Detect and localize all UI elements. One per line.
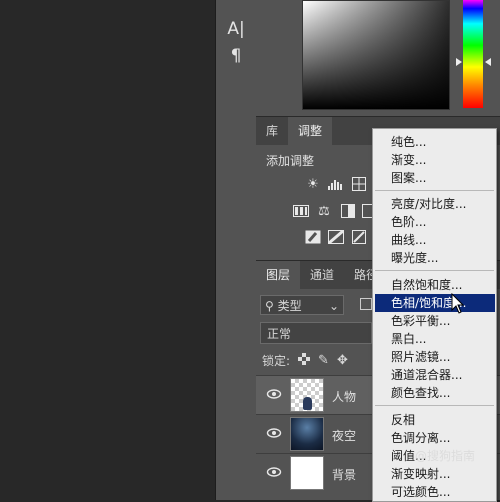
menu-item-selective-color[interactable]: 可选颜色... xyxy=(373,483,496,501)
hue-slider-right-arrow-icon[interactable] xyxy=(485,58,491,66)
invert-icon[interactable] xyxy=(305,230,321,244)
paragraph-tool-button[interactable]: ¶ xyxy=(224,45,248,67)
layer-thumbnail xyxy=(290,417,324,451)
layer-name[interactable]: 人物 xyxy=(332,388,356,405)
hue-saturation-icon[interactable] xyxy=(293,204,309,218)
menu-item-channel-mixer[interactable]: 通道混合器... xyxy=(373,366,496,384)
menu-item-levels[interactable]: 色阶... xyxy=(373,213,496,231)
menu-item-exposure[interactable]: 曝光度... xyxy=(373,249,496,267)
menu-item-hue-saturation[interactable]: 色相/饱和度... xyxy=(375,294,495,312)
layer-name[interactable]: 夜空 xyxy=(332,427,356,444)
menu-item-color-lookup[interactable]: 颜色查找... xyxy=(373,384,496,402)
tab-library[interactable]: 库 xyxy=(256,117,288,145)
type-tool-button[interactable]: A| xyxy=(224,18,248,40)
adjustment-layer-menu: 纯色... 渐变... 图案... 亮度/对比度... 色阶... 曲线... … xyxy=(372,128,497,502)
menu-item-gradient[interactable]: 渐变... xyxy=(373,151,496,169)
menu-item-black-white[interactable]: 黑白... xyxy=(373,330,496,348)
menu-item-posterize[interactable]: 色调分离... xyxy=(373,429,496,447)
menu-item-vibrance[interactable]: 自然饱和度... xyxy=(373,276,496,294)
brightness-icon[interactable]: ☀ xyxy=(305,177,321,192)
brush-lock-icon[interactable]: ✎ xyxy=(318,353,329,368)
tool-strip: A| ¶ xyxy=(216,0,257,500)
color-field[interactable] xyxy=(302,0,450,110)
posterize-icon[interactable] xyxy=(328,230,344,244)
image-filter-icon[interactable] xyxy=(360,298,372,310)
threshold-icon[interactable] xyxy=(351,230,367,244)
canvas-area[interactable] xyxy=(0,0,215,500)
lock-row: 锁定: ✎ ✥ xyxy=(262,352,348,369)
blend-mode-select[interactable]: 正常 xyxy=(260,322,372,344)
curves-icon[interactable] xyxy=(351,177,367,191)
menu-item-brightness-contrast[interactable]: 亮度/对比度... xyxy=(373,195,496,213)
hue-slider[interactable] xyxy=(463,0,483,108)
blend-mode-label: 正常 xyxy=(267,327,292,341)
menu-separator xyxy=(375,270,494,271)
watermark: @搜狗指南 xyxy=(415,449,476,463)
move-lock-icon[interactable]: ✥ xyxy=(337,353,348,368)
layer-kind-filter[interactable]: ⚲ 类型 ⌄ xyxy=(260,295,344,315)
layer-thumbnail xyxy=(290,378,324,412)
search-icon: ⚲ xyxy=(265,299,274,313)
menu-separator xyxy=(375,190,494,191)
menu-item-solid-color[interactable]: 纯色... xyxy=(373,133,496,151)
lock-transparent-icon[interactable] xyxy=(298,353,311,368)
hue-slider-left-arrow-icon[interactable] xyxy=(456,58,462,66)
menu-item-gradient-map[interactable]: 渐变映射... xyxy=(373,465,496,483)
menu-item-photo-filter[interactable]: 照片滤镜... xyxy=(373,348,496,366)
mouse-cursor-icon xyxy=(451,292,465,318)
layer-thumbnail xyxy=(290,456,324,490)
eye-icon[interactable] xyxy=(266,464,282,480)
layer-name[interactable]: 背景 xyxy=(332,466,356,483)
kind-filter-label: 类型 xyxy=(277,299,302,313)
tab-layers[interactable]: 图层 xyxy=(256,261,301,289)
lock-label: 锁定: xyxy=(262,354,291,368)
tab-adjustments[interactable]: 调整 xyxy=(288,117,333,145)
menu-item-pattern[interactable]: 图案... xyxy=(373,169,496,187)
menu-item-curves[interactable]: 曲线... xyxy=(373,231,496,249)
eye-icon[interactable] xyxy=(266,425,282,441)
levels-icon[interactable] xyxy=(328,177,344,191)
tab-channels[interactable]: 通道 xyxy=(300,261,344,289)
color-balance-icon[interactable]: ⚖ xyxy=(316,204,332,219)
adjustments-title: 添加调整 xyxy=(266,154,315,168)
menu-separator xyxy=(375,405,494,406)
menu-item-color-balance[interactable]: 色彩平衡... xyxy=(373,312,496,330)
eye-icon[interactable] xyxy=(266,386,282,402)
black-white-icon[interactable] xyxy=(340,204,356,218)
menu-item-invert[interactable]: 反相 xyxy=(373,411,496,429)
chevron-down-icon: ⌄ xyxy=(328,299,339,313)
